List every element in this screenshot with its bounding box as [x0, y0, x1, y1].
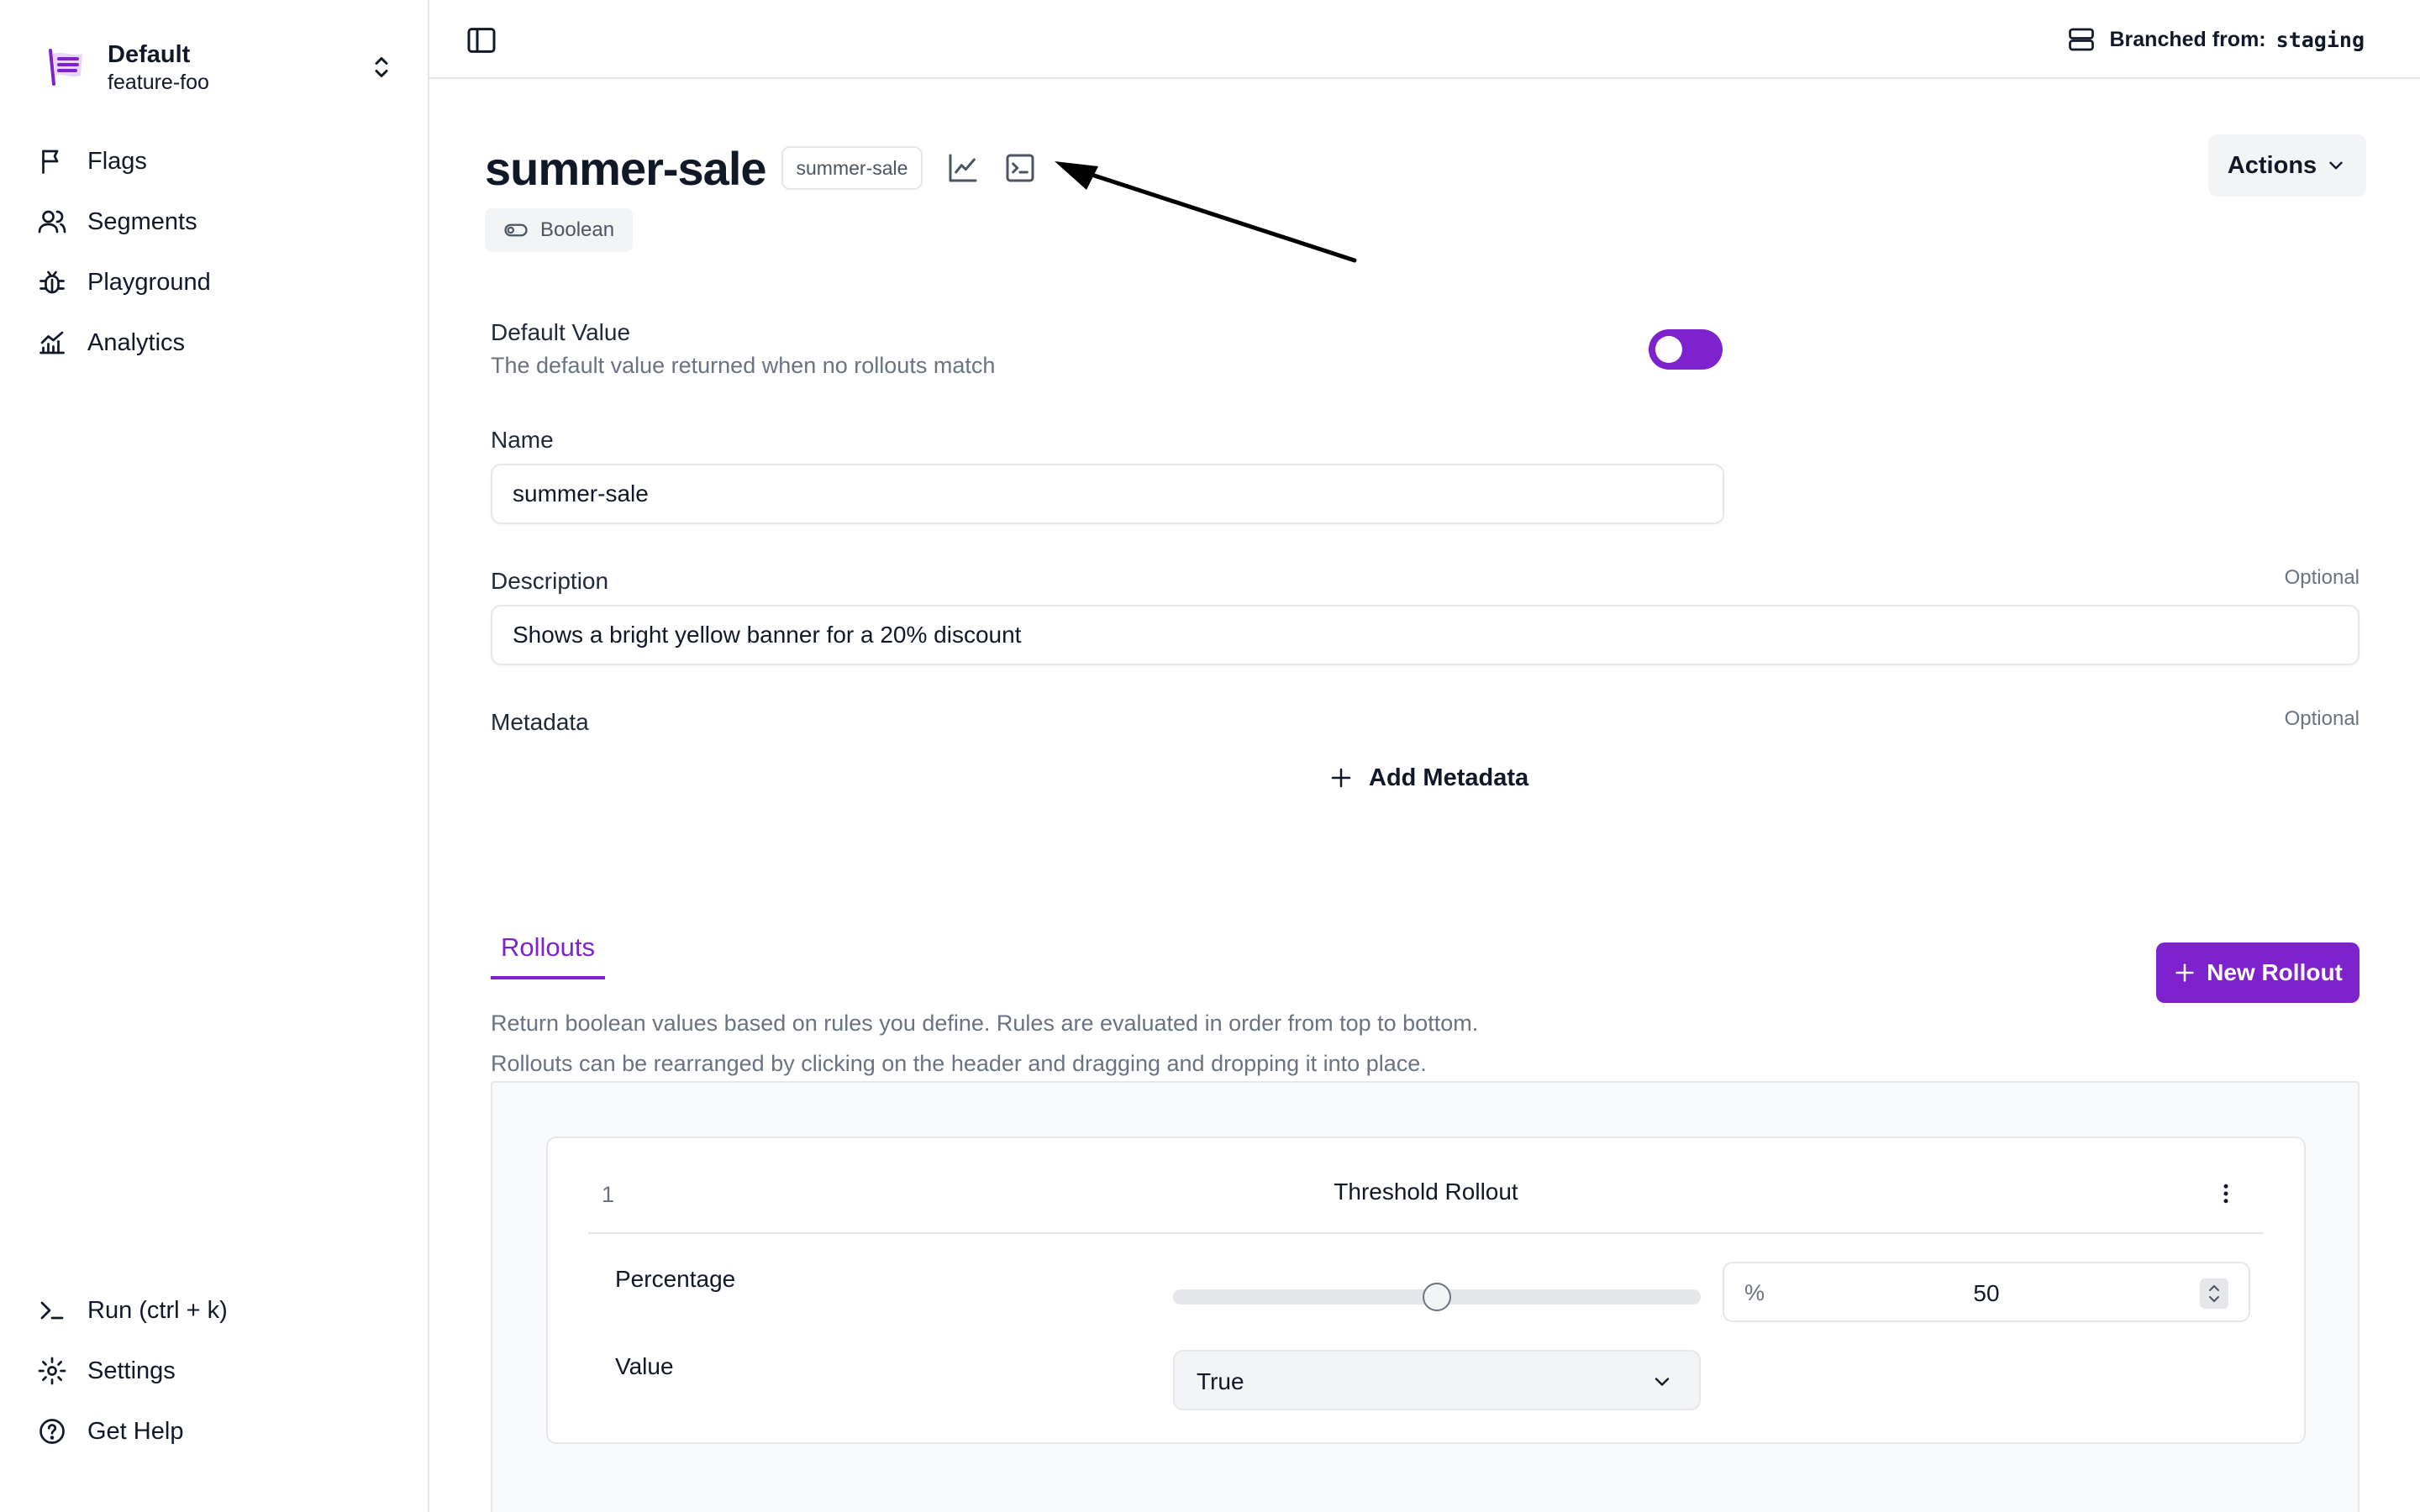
terminal-icon[interactable]	[1003, 151, 1037, 185]
add-metadata-button[interactable]: Add Metadata	[1328, 759, 1528, 796]
rollouts-description-line: Return boolean values based on rules you…	[491, 1011, 1479, 1036]
server-stack-icon	[2068, 28, 2094, 51]
namespace-switcher[interactable]: Default feature-foo	[44, 40, 397, 94]
sidebar-nav: Flags Segments Playground Analytics	[37, 131, 407, 373]
rollouts-container: 1 Threshold Rollout Percentage % 50 Valu…	[491, 1081, 2360, 1512]
sidebar-item-help[interactable]: Get Help	[37, 1401, 407, 1462]
tab-rollouts[interactable]: Rollouts	[491, 919, 605, 979]
plus-icon	[1331, 768, 1351, 788]
sidebar-item-label: Flags	[87, 147, 147, 175]
flag-type-badge: Boolean	[485, 208, 634, 252]
analytics-chart-icon[interactable]	[946, 151, 980, 185]
chart-icon	[39, 331, 65, 354]
sidebar-item-settings[interactable]: Settings	[37, 1341, 407, 1401]
sidebar-item-label: Segments	[87, 207, 197, 235]
more-vertical-icon[interactable]	[2213, 1179, 2238, 1209]
chevron-up-down-icon[interactable]	[366, 52, 397, 82]
chevron-down-icon	[1655, 1378, 1670, 1386]
description-optional-hint: Optional	[2284, 566, 2360, 589]
value-label: Value	[615, 1353, 674, 1379]
sidebar-item-label: Playground	[87, 268, 211, 296]
sidebar-item-flags[interactable]: Flags	[37, 131, 407, 192]
percentage-value: 50	[1973, 1280, 2000, 1306]
rollout-card-header[interactable]: 1 Threshold Rollout	[588, 1138, 2264, 1234]
rollouts-description-line: Rollouts can be rearranged by clicking o…	[491, 1051, 1427, 1076]
rollouts-description: Return boolean values based on rules you…	[491, 1003, 1478, 1084]
rollout-title: Threshold Rollout	[1334, 1179, 1518, 1205]
sidebar-bottom-nav: Run (ctrl + k) Settings Get Help	[37, 1280, 407, 1462]
name-label: Name	[491, 427, 554, 453]
terminal-prompt-icon	[40, 1301, 64, 1320]
value-select-current: True	[1197, 1368, 1244, 1394]
top-bar: Branched from: staging	[429, 0, 2420, 79]
new-rollout-button[interactable]: New Rollout	[2156, 942, 2360, 1003]
sidebar-item-playground[interactable]: Playground	[37, 252, 407, 312]
sidebar-toggle-icon[interactable]	[465, 24, 498, 57]
default-value-description: The default value returned when no rollo…	[491, 353, 996, 378]
namespace-title: Default	[108, 41, 191, 68]
stepper-icon[interactable]	[2200, 1278, 2228, 1309]
actions-button-label: Actions	[2227, 151, 2317, 179]
users-icon	[38, 210, 66, 234]
toggle-icon	[504, 223, 528, 237]
description-label: Description	[491, 568, 609, 594]
default-value-label: Default Value	[491, 319, 631, 345]
actions-button[interactable]: Actions	[2208, 134, 2366, 197]
percentage-label: Percentage	[615, 1266, 736, 1292]
metadata-label: Metadata	[491, 709, 589, 735]
gear-icon	[38, 1357, 66, 1385]
percentage-slider-thumb[interactable]	[1423, 1283, 1451, 1311]
sidebar-item-label: Analytics	[87, 328, 186, 356]
main-content: summer-sale summer-sale Boolean Actions …	[429, 79, 2420, 1512]
sidebar-item-label: Settings	[87, 1357, 176, 1384]
default-value-toggle[interactable]	[1649, 329, 1723, 370]
new-rollout-label: New Rollout	[2207, 959, 2343, 985]
toggle-knob	[1655, 336, 1682, 363]
annotation-arrow-icon	[1055, 161, 1357, 263]
sidebar: Default feature-foo Flags Segments Playg…	[0, 0, 429, 1512]
branch-label: Branched from:	[2109, 27, 2266, 51]
sidebar-item-run[interactable]: Run (ctrl + k)	[37, 1280, 407, 1341]
metadata-optional-hint: Optional	[2284, 707, 2360, 730]
percentage-input[interactable]: % 50	[1723, 1262, 2250, 1322]
sidebar-item-label: Get Help	[87, 1417, 184, 1445]
sidebar-item-analytics[interactable]: Analytics	[37, 312, 407, 373]
namespace-names: Default feature-foo	[108, 39, 209, 95]
flag-type-label: Boolean	[540, 218, 615, 241]
branch-info: Branched from: staging	[2066, 23, 2365, 56]
namespace-subtitle: feature-foo	[108, 71, 209, 94]
add-metadata-label: Add Metadata	[1369, 764, 1529, 791]
flag-key-badge: summer-sale	[781, 146, 923, 190]
sidebar-item-label: Run (ctrl + k)	[87, 1296, 228, 1324]
flag-title-row: summer-sale summer-sale	[485, 138, 1037, 198]
flag-icon	[42, 150, 59, 174]
chevron-down-icon	[2329, 161, 2343, 170]
percentage-slider[interactable]	[1173, 1283, 1701, 1311]
help-icon	[39, 1419, 65, 1444]
sidebar-item-segments[interactable]: Segments	[37, 192, 407, 252]
rollout-card: 1 Threshold Rollout Percentage % 50 Valu…	[546, 1137, 2306, 1444]
bug-icon	[39, 270, 65, 294]
branch-value: staging	[2275, 27, 2365, 52]
name-input[interactable]: summer-sale	[491, 464, 1724, 524]
plus-icon	[2175, 963, 2194, 982]
flipt-logo-icon	[49, 49, 82, 86]
page-title: summer-sale	[485, 141, 767, 195]
value-select[interactable]: True	[1173, 1350, 1701, 1410]
description-input[interactable]: Shows a bright yellow banner for a 20% d…	[491, 605, 2360, 665]
